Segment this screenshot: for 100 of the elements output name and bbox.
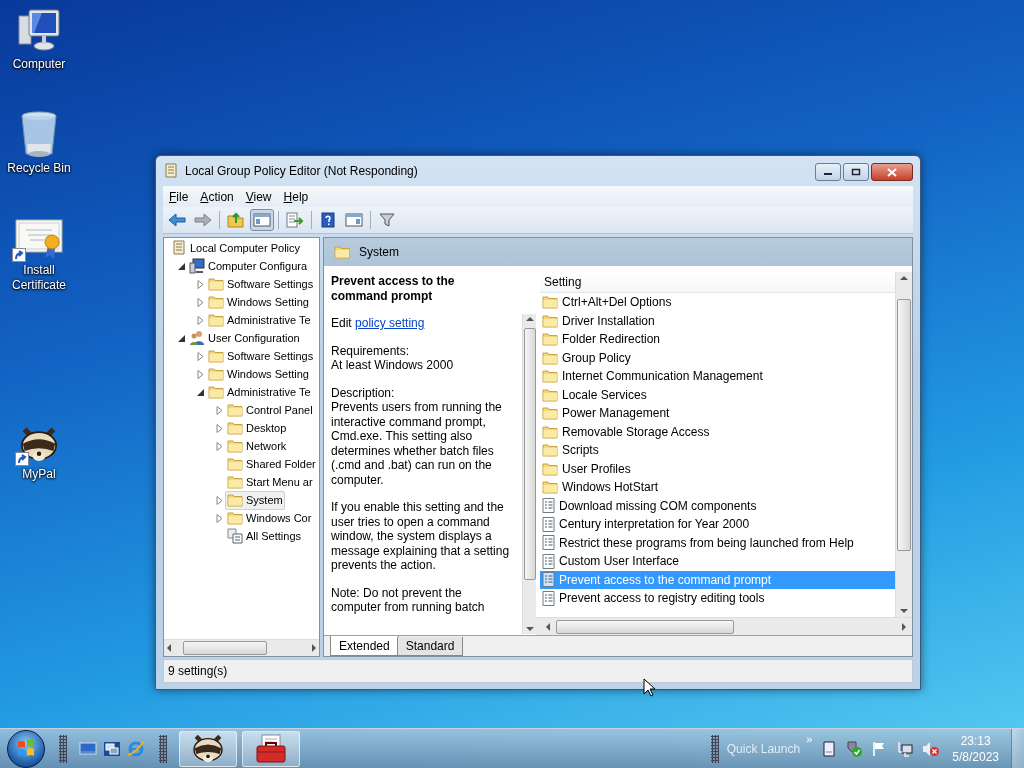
setting-row[interactable]: User Profiles xyxy=(540,459,895,478)
setting-row[interactable]: Download missing COM components xyxy=(540,496,895,515)
action-pane-icon xyxy=(345,212,363,228)
folder-icon xyxy=(227,511,243,525)
horizontal-scrollbar[interactable] xyxy=(164,639,319,656)
settings-list-icon xyxy=(227,528,243,544)
tree-item[interactable]: System xyxy=(225,490,285,510)
close-icon xyxy=(887,167,897,177)
show-desktop-icon[interactable] xyxy=(79,740,97,757)
browser-icon[interactable] xyxy=(127,739,145,758)
setting-row[interactable]: Removable Storage Access xyxy=(540,422,895,441)
requirements-text: At least Windows 2000 xyxy=(331,358,455,373)
menu-item[interactable]: Action xyxy=(194,189,240,204)
description-paragraph: If you enable this setting and the user tries to open a command window, the system displays a message explaining that a setting prevents the action. xyxy=(331,500,510,573)
taskbar-button[interactable] xyxy=(242,730,300,767)
tree-item[interactable]: User Configuration xyxy=(187,328,302,348)
folder-icon xyxy=(227,439,243,453)
policy-setting-link[interactable]: policy setting xyxy=(355,316,425,330)
tree-item[interactable]: Software Settings xyxy=(206,274,316,294)
tree-item[interactable]: Control Panel xyxy=(225,400,315,420)
menu-item[interactable]: File xyxy=(163,189,195,204)
folder-icon xyxy=(208,277,224,291)
folder-icon xyxy=(542,443,558,458)
setting-row[interactable]: Internet Communication Management xyxy=(540,367,895,386)
toolbar-label: Quick Launch xyxy=(726,741,801,756)
switch-windows-icon[interactable] xyxy=(103,740,121,757)
folder-icon xyxy=(334,245,350,259)
setting-row[interactable]: Folder Redirection xyxy=(540,330,895,349)
tree-pane-icon xyxy=(253,212,271,228)
desktop-icon-label[interactable]: Recycle Bin xyxy=(4,161,74,176)
horizontal-scrollbar[interactable] xyxy=(536,617,912,635)
tree-item[interactable]: Computer Configura xyxy=(187,256,310,276)
taskbar-button[interactable] xyxy=(179,730,237,767)
tree-item[interactable]: Windows Setting xyxy=(206,292,311,312)
desktop-icon-label[interactable]: Computer xyxy=(4,57,74,72)
setting-row[interactable]: Windows HotStart xyxy=(540,478,895,497)
policy-title: Prevent access to the command prompt xyxy=(331,274,456,303)
tree-item[interactable]: Windows Cor xyxy=(225,508,314,528)
expand-arrow-icon[interactable] xyxy=(177,333,186,343)
toolbar-grip[interactable] xyxy=(710,734,719,763)
tree-item[interactable]: Software Settings xyxy=(206,346,316,366)
folder-up-icon xyxy=(227,212,245,228)
vertical-scrollbar[interactable] xyxy=(895,272,912,617)
folder-icon xyxy=(208,313,224,327)
folder-icon xyxy=(542,424,558,439)
tree-item[interactable]: Shared Folder xyxy=(225,454,318,474)
desktop-icon-label[interactable]: MyPal xyxy=(4,466,74,482)
folder-icon xyxy=(227,421,243,435)
menu-item[interactable]: Help xyxy=(277,189,315,204)
setting-row[interactable]: Driver Installation xyxy=(540,311,895,330)
folder-icon xyxy=(542,406,558,421)
tree-item[interactable]: Local Computer Policy xyxy=(169,238,303,258)
start-button[interactable] xyxy=(7,729,45,768)
speaker-muted-icon[interactable] xyxy=(922,740,941,757)
document-icon[interactable] xyxy=(822,740,837,757)
setting-row[interactable]: Scripts xyxy=(540,441,895,460)
folder-icon xyxy=(542,332,558,347)
close-button[interactable] xyxy=(871,163,913,181)
tree-item[interactable]: All Settings xyxy=(225,526,304,546)
expand-arrow-icon[interactable] xyxy=(177,261,186,271)
tree-item[interactable]: Administrative Te xyxy=(206,382,313,402)
edit-label: Edit xyxy=(331,316,352,330)
tree-item[interactable]: Administrative Te xyxy=(206,310,313,330)
computer-icon xyxy=(15,8,63,54)
setting-row[interactable]: Locale Services xyxy=(540,385,895,404)
forward-arrow-icon xyxy=(194,212,212,228)
toolbar-button[interactable] xyxy=(250,209,274,231)
network-icon[interactable] xyxy=(897,740,914,757)
tree-item[interactable]: Start Menu ar xyxy=(225,472,315,492)
folder-icon xyxy=(542,350,558,365)
view-tab[interactable]: Standard xyxy=(396,637,464,656)
folder-icon xyxy=(542,369,558,384)
setting-row[interactable]: Group Policy xyxy=(540,348,895,367)
network-check-icon[interactable] xyxy=(845,739,864,758)
tree-item[interactable]: Windows Setting xyxy=(206,364,311,384)
expand-arrow-icon[interactable] xyxy=(196,387,205,397)
setting-row[interactable]: Restrict these programs from being launched from Help xyxy=(540,533,895,552)
menu-item[interactable]: View xyxy=(239,189,278,204)
setting-row[interactable]: Power Management xyxy=(540,404,895,423)
certificate-icon xyxy=(14,218,64,260)
toolbar-grip[interactable] xyxy=(159,734,167,763)
toolbar-grip[interactable] xyxy=(59,734,67,763)
computer-icon xyxy=(189,258,205,274)
setting-row[interactable]: Custom User Interface xyxy=(540,552,895,571)
folder-icon xyxy=(227,457,243,471)
show-desktop-button[interactable] xyxy=(1011,728,1024,768)
view-tab[interactable]: Extended xyxy=(330,636,399,656)
tree-item[interactable]: Network xyxy=(225,436,289,456)
maximize-button[interactable] xyxy=(843,163,869,181)
setting-row[interactable]: Ctrl+Alt+Del Options xyxy=(540,293,895,312)
minimize-button[interactable] xyxy=(815,163,841,181)
vertical-scrollbar[interactable] xyxy=(522,314,536,634)
setting-row[interactable]: Prevent access to registry editing tools xyxy=(540,589,895,608)
users-icon xyxy=(189,330,205,346)
tree-item[interactable]: Desktop xyxy=(225,418,289,438)
setting-row[interactable]: Century interpretation for Year 2000 xyxy=(540,515,895,534)
folder-icon xyxy=(208,295,224,309)
desktop-icon-label[interactable]: Install Certificate xyxy=(4,263,74,293)
requirements-label: Requirements: xyxy=(331,343,411,358)
folder-icon xyxy=(227,493,243,507)
